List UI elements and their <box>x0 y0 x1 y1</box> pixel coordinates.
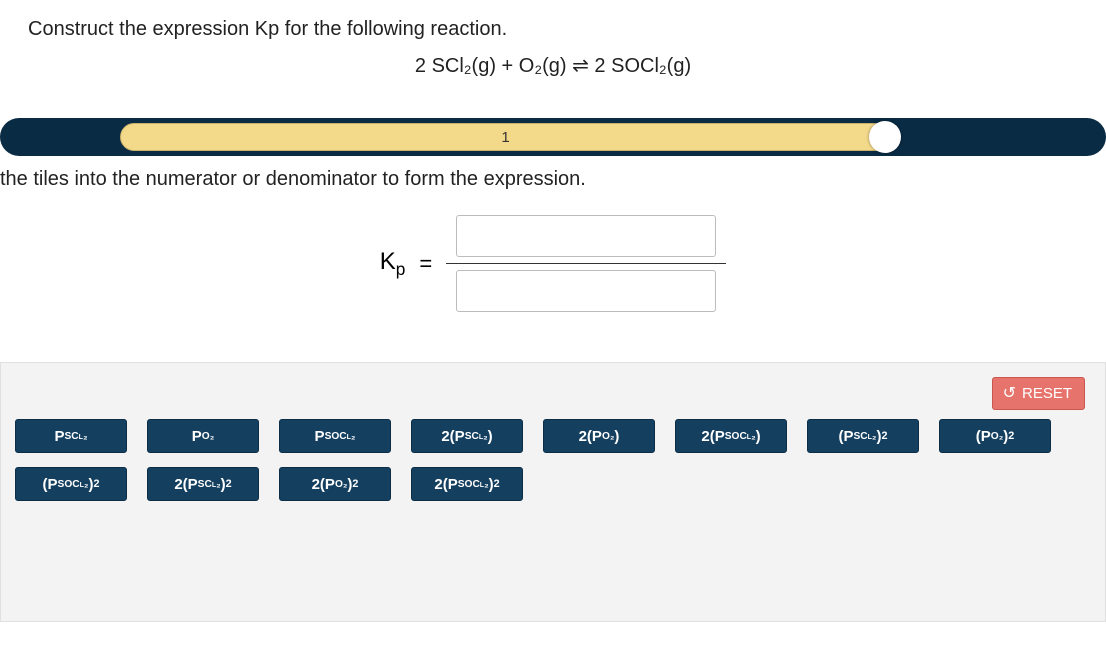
tile[interactable]: PSOCl₂ <box>279 419 391 453</box>
tile[interactable]: PSCl₂ <box>15 419 127 453</box>
fraction-line <box>446 263 726 264</box>
tile-rows: PSCl₂ PO₂ PSOCl₂ 2(PSCl₂) 2(PO₂) 2(PSOCl₂) (PS… <box>11 419 1095 501</box>
tile[interactable]: 2(PSCl₂)2 <box>147 467 259 501</box>
fraction-container <box>446 215 726 312</box>
prompt-text: Construct the expression Kp for the foll… <box>0 0 1106 41</box>
denominator-slot[interactable] <box>456 270 716 312</box>
tile[interactable]: 2(PSOCl₂)2 <box>411 467 523 501</box>
reset-button[interactable]: ↺ RESET <box>992 377 1085 410</box>
tile[interactable]: (PSCl₂)2 <box>807 419 919 453</box>
numerator-slot[interactable] <box>456 215 716 257</box>
tile[interactable]: 2(PO₂) <box>543 419 655 453</box>
tile[interactable]: 2(PSOCl₂) <box>675 419 787 453</box>
progress-bar-fill: 1 <box>120 123 891 151</box>
tile[interactable]: 2(PO₂)2 <box>279 467 391 501</box>
kp-label: Kp <box>380 248 406 280</box>
kp-expression-area: Kp = <box>0 215 1106 312</box>
kp-subscript: p <box>396 258 406 278</box>
tile[interactable]: (PO₂)2 <box>939 419 1051 453</box>
kp-letter: K <box>380 248 396 275</box>
progress-bar: 1 <box>0 118 1106 156</box>
progress-label: 1 <box>501 129 509 146</box>
reset-label: RESET <box>1022 385 1072 402</box>
tile[interactable]: PO₂ <box>147 419 259 453</box>
progress-knob[interactable] <box>869 121 901 153</box>
tile-row-2: (PSOCl₂)2 2(PSCl₂)2 2(PO₂)2 2(PSOCl₂)2 <box>11 467 1095 501</box>
equals-sign: = <box>419 251 432 277</box>
tile-panel: ↺ RESET PSCl₂PO₂PSOCl₂2(PSCl₂)2(PO₂)2(PS… <box>0 362 1106 622</box>
tile[interactable]: 2(PSCl₂) <box>411 419 523 453</box>
tile-row-1: PSCl₂ PO₂ PSOCl₂ 2(PSCl₂) 2(PO₂) 2(PSOCl₂) (PS… <box>11 419 1095 453</box>
instruction-text: the tiles into the numerator or denomina… <box>0 156 1106 191</box>
undo-icon: ↺ <box>1003 386 1016 402</box>
reaction-equation: 2 SCl₂(g) + O₂(g) ⇌ 2 SOCl₂(g) <box>0 53 1106 78</box>
tile[interactable]: (PSOCl₂)2 <box>15 467 127 501</box>
